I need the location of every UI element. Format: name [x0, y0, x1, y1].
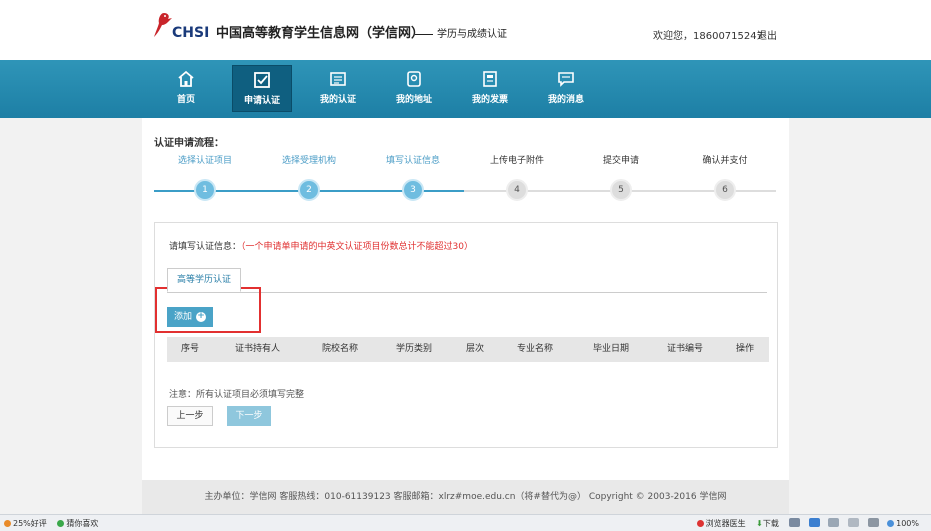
- nav-item-address[interactable]: 我的地址: [384, 65, 444, 112]
- checkbox-icon: [254, 72, 270, 88]
- add-button-label: 添加: [174, 312, 193, 322]
- screen-icon[interactable]: [828, 518, 840, 527]
- nav-item-apply[interactable]: 申请认证: [232, 65, 292, 112]
- main-nav: 首页 申请认证 我的认证 我的地址 我的发票 我的消息: [0, 60, 931, 118]
- step-label: 提交申请: [602, 156, 639, 166]
- recommend-item[interactable]: 猜你喜欢: [57, 518, 98, 529]
- step-number: 4: [506, 179, 528, 201]
- invoice-icon: [483, 71, 497, 87]
- step-number: 6: [714, 179, 736, 201]
- column-header: 序号: [181, 344, 200, 354]
- rating-icon: [4, 520, 11, 527]
- step-label: 选择受理机构: [281, 156, 336, 166]
- notice-limit-warning: （一个申请单申请的中英文认证项目份数总计不能超过30）: [241, 242, 473, 252]
- column-header: 操作: [736, 344, 755, 354]
- prev-step-button[interactable]: 上一步: [167, 406, 213, 426]
- column-header: 专业名称: [517, 344, 554, 354]
- speaker-icon[interactable]: [867, 518, 879, 527]
- top-header: CHSI 中国高等教育学生信息网（学信网） 学历与成绩认证 欢迎您，186007…: [0, 0, 931, 60]
- nav-item-messages[interactable]: 我的消息: [536, 65, 596, 112]
- next-step-button[interactable]: 下一步: [227, 406, 271, 426]
- tab-higher-education[interactable]: 高等学历认证: [167, 268, 241, 292]
- step-1: 选择认证项目 1: [155, 154, 255, 201]
- nav-item-certificates[interactable]: 我的认证: [308, 65, 368, 112]
- column-header: 证书持有人: [235, 344, 281, 354]
- nav-item-invoice[interactable]: 我的发票: [460, 65, 520, 112]
- step-number: 3: [402, 179, 424, 201]
- step-number: 5: [610, 179, 632, 201]
- step-4: 上传电子附件 4: [467, 154, 567, 201]
- step-5: 提交申请 5: [571, 154, 671, 201]
- step-number: 1: [194, 179, 216, 201]
- page-footer: 主办单位：学信网 客服热线：010-61139123 客服邮箱：xlrz#moe…: [142, 480, 789, 514]
- certification-form: 请填写认证信息：（一个申请单申请的中英文认证项目份数总计不能超过30） 高等学历…: [154, 222, 778, 448]
- step-label: 选择认证项目: [177, 156, 232, 166]
- window-icon[interactable]: [789, 518, 801, 527]
- column-header: 层次: [466, 344, 485, 354]
- rating-label: 25%好评: [13, 519, 47, 528]
- location-icon: [407, 71, 421, 87]
- download-label: 下载: [762, 519, 779, 528]
- message-icon: [558, 72, 574, 87]
- add-button[interactable]: 添加 +: [167, 307, 213, 327]
- doctor-icon: [696, 520, 704, 527]
- logout-link[interactable]: 退出: [757, 27, 777, 42]
- nav-label: 首页: [176, 95, 195, 105]
- zoom-label: 100%: [896, 519, 919, 528]
- ie-icon[interactable]: [808, 518, 820, 527]
- status-right: 浏览器医生 ⬇下载 100%: [696, 518, 927, 529]
- recommend-icon: [57, 520, 65, 527]
- browser-status-bar: 25%好评 猜你喜欢 浏览器医生 ⬇下载 100%: [0, 514, 931, 531]
- site-subtitle: 学历与成绩认证: [415, 25, 507, 40]
- form-notice: 请填写认证信息：（一个申请单申请的中英文认证项目份数总计不能超过30）: [169, 239, 473, 252]
- column-header: 院校名称: [322, 344, 359, 354]
- step-2: 选择受理机构 2: [259, 154, 359, 201]
- progress-steps: 选择认证项目 1 选择受理机构 2 填写认证信息 3 上传电子附件 4 提交申请…: [154, 154, 776, 210]
- chsi-logo[interactable]: CHSI: [150, 11, 212, 47]
- nav-item-home[interactable]: 首页: [156, 65, 216, 112]
- download-icon: ⬇: [756, 519, 763, 528]
- column-header: 学历类别: [396, 344, 433, 354]
- zoom-icon: [887, 520, 895, 527]
- logo-text: CHSI: [172, 25, 210, 41]
- nav-label: 我的地址: [395, 95, 432, 105]
- step-label: 确认并支付: [702, 156, 748, 166]
- main-content: 认证申请流程： 选择认证项目 1 选择受理机构 2 填写认证信息 3 上传电子附…: [142, 118, 789, 480]
- browser-doctor-item[interactable]: 浏览器医生: [696, 518, 746, 529]
- clipboard-icon[interactable]: [848, 518, 860, 527]
- download-item[interactable]: ⬇下载: [756, 518, 779, 529]
- flow-title: 认证申请流程：: [154, 138, 224, 149]
- nav-label: 申请认证: [243, 96, 280, 106]
- step-number: 2: [298, 179, 320, 201]
- home-icon: [178, 70, 194, 87]
- table-header: 序号 证书持有人 院校名称 学历类别 层次 专业名称 毕业日期 证书编号 操作: [167, 337, 769, 362]
- completion-note: 注意：所有认证项目必须填写完整: [169, 390, 305, 400]
- step-label: 填写认证信息: [385, 156, 440, 166]
- notice-prefix: 请填写认证信息：: [169, 242, 242, 252]
- nav-label: 我的发票: [471, 95, 508, 105]
- nav-label: 我的认证: [319, 95, 356, 105]
- column-header: 毕业日期: [593, 344, 630, 354]
- welcome-text: 欢迎您，18600715247: [653, 31, 763, 42]
- site-title: 中国高等教育学生信息网（学信网）: [216, 26, 425, 41]
- certificate-icon: [330, 72, 346, 86]
- step-3: 填写认证信息 3: [363, 154, 463, 201]
- doctor-label: 浏览器医生: [705, 519, 746, 528]
- column-header: 证书编号: [667, 344, 704, 354]
- rating-item[interactable]: 25%好评: [4, 518, 47, 529]
- step-label: 上传电子附件: [489, 156, 544, 166]
- zoom-item[interactable]: 100%: [887, 519, 919, 528]
- status-left: 25%好评 猜你喜欢: [4, 518, 106, 529]
- step-6: 确认并支付 6: [675, 154, 775, 201]
- nav-label: 我的消息: [547, 95, 584, 105]
- plus-circle-icon: +: [196, 311, 206, 322]
- recommend-label: 猜你喜欢: [66, 519, 99, 528]
- bird-logo-icon: [154, 13, 172, 37]
